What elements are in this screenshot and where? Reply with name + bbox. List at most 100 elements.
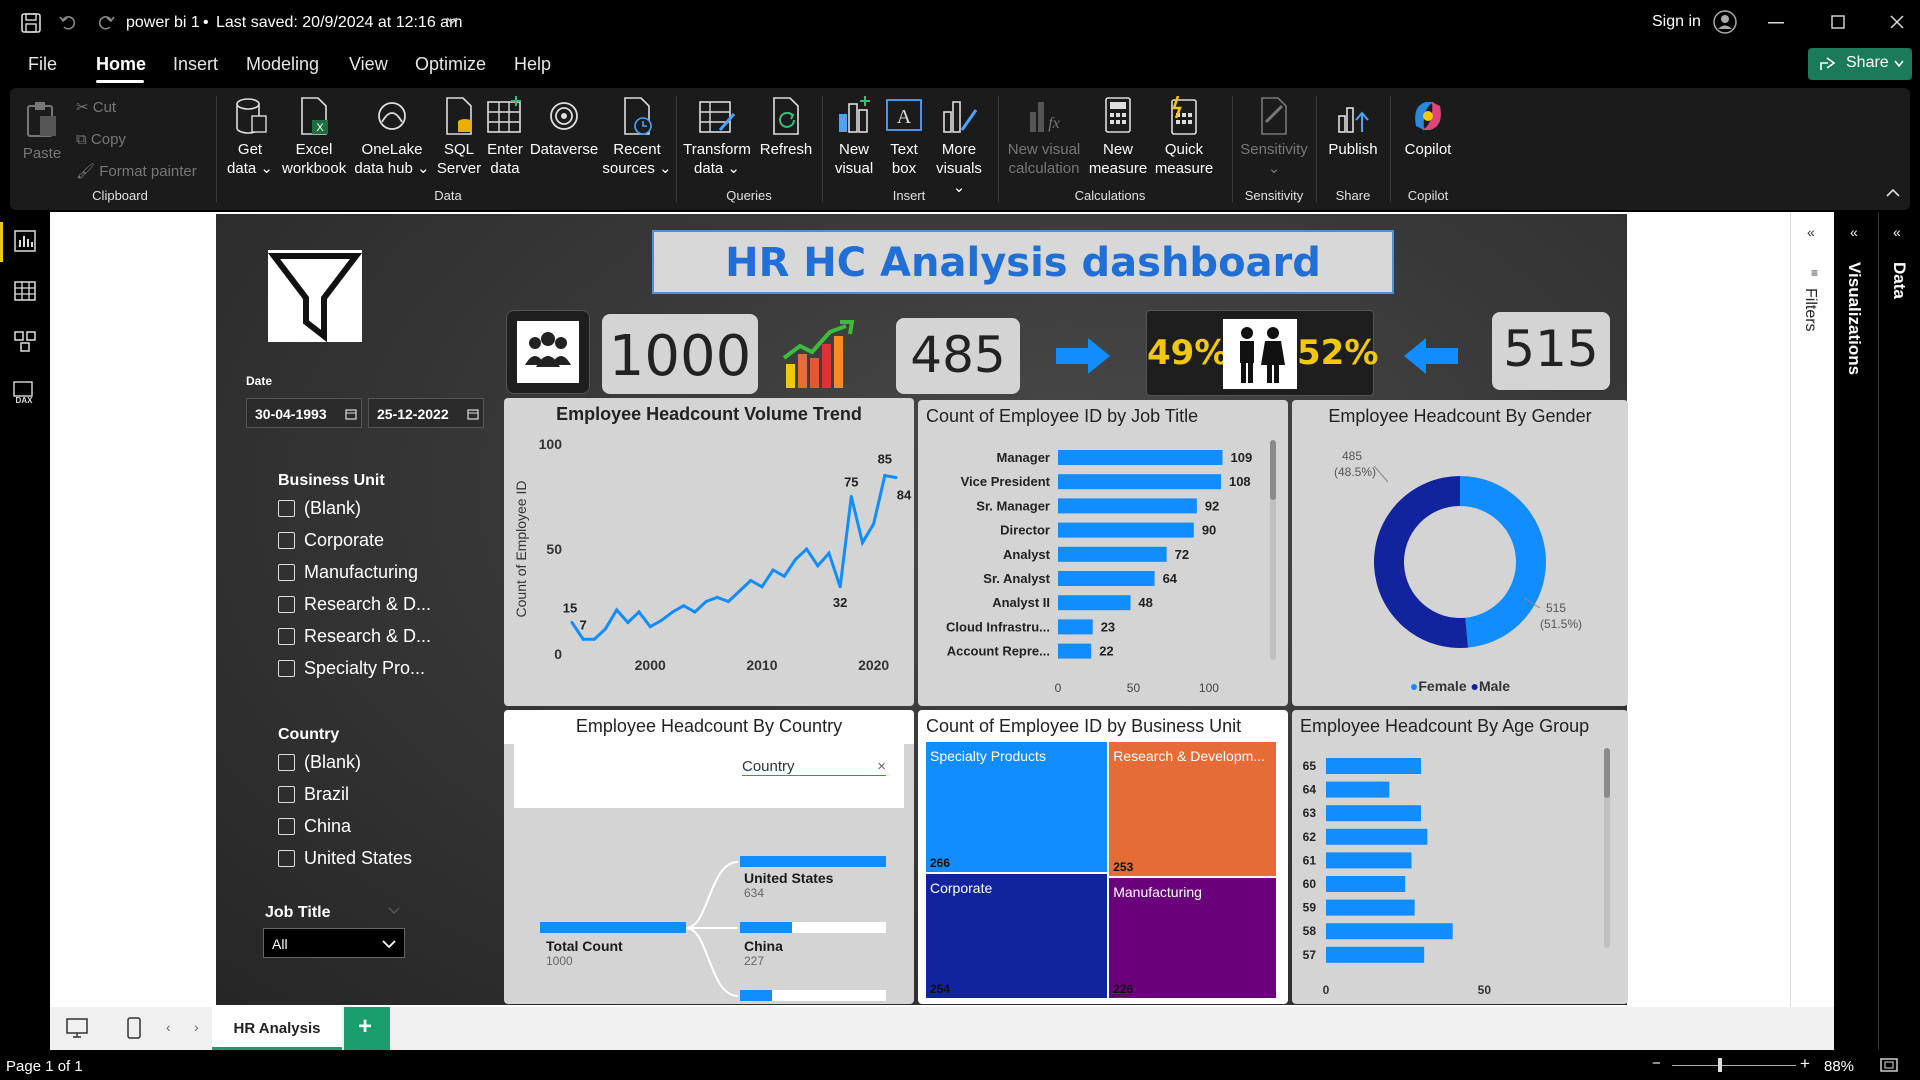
country-checkbox[interactable] bbox=[278, 754, 295, 771]
maximize-icon[interactable] bbox=[1831, 15, 1845, 29]
account-icon[interactable] bbox=[1712, 9, 1738, 35]
zoom-slider-track[interactable] bbox=[1672, 1065, 1796, 1066]
menu-help[interactable]: Help bbox=[514, 54, 551, 75]
job-title-dropdown[interactable]: All bbox=[263, 928, 405, 958]
menu-insert[interactable]: Insert bbox=[173, 54, 218, 75]
chevron-down-icon[interactable] bbox=[388, 906, 400, 916]
bu-checkbox[interactable] bbox=[278, 564, 295, 581]
country-checkbox[interactable] bbox=[278, 786, 295, 803]
zoom-out-icon[interactable]: − bbox=[1652, 1055, 1661, 1072]
desktop-layout-icon[interactable] bbox=[66, 1017, 88, 1039]
job-title-bar bbox=[1058, 643, 1092, 659]
treemap-tile[interactable]: Specialty Products 266 bbox=[926, 742, 1108, 872]
expand-data-icon[interactable]: « bbox=[1893, 224, 1901, 240]
next-page-icon[interactable]: › bbox=[194, 1019, 199, 1035]
bu-checkbox[interactable] bbox=[278, 532, 295, 549]
total-count-bar[interactable] bbox=[540, 922, 686, 933]
save-icon[interactable] bbox=[20, 12, 42, 34]
trend-chart-panel[interactable]: Employee Headcount Volume Trend 0 50 100 20… bbox=[504, 398, 914, 706]
status-bar: Page 1 of 1 − + 88% bbox=[0, 1050, 1920, 1080]
fit-to-page-icon[interactable] bbox=[1880, 1058, 1898, 1072]
business-unit-chart-panel[interactable]: Count of Employee ID by Business Unit Sp… bbox=[918, 710, 1288, 1004]
expand-filters-icon[interactable]: « bbox=[1807, 224, 1815, 240]
text-box-button[interactable]: A Text box bbox=[882, 96, 926, 178]
format-painter-button[interactable]: 🖌 Format painter bbox=[76, 162, 216, 181]
expand-visualizations-icon[interactable]: « bbox=[1850, 224, 1858, 240]
scrollbar[interactable] bbox=[1604, 748, 1610, 948]
recent-sources-button[interactable]: Recent sources ⌄ bbox=[602, 96, 672, 178]
scrollbar[interactable] bbox=[1270, 440, 1276, 660]
bu-checkbox[interactable] bbox=[278, 628, 295, 645]
view-rail: DAX bbox=[0, 212, 50, 1050]
job-title-chart-panel[interactable]: Count of Employee ID by Job Title Manage… bbox=[918, 400, 1288, 706]
quick-measure-button[interactable]: Quick measure bbox=[1152, 96, 1216, 178]
menu-home[interactable]: Home bbox=[96, 54, 146, 75]
menu-file[interactable]: File bbox=[28, 54, 57, 75]
age-chart-panel[interactable]: Employee Headcount By Age Group 65 64 63 62… bbox=[1292, 710, 1628, 1004]
sign-in-link[interactable]: Sign in bbox=[1652, 13, 1701, 31]
cut-button[interactable]: ✂ Cut bbox=[76, 98, 136, 117]
dataverse-button[interactable]: Dataverse bbox=[528, 96, 600, 159]
more-visuals-button[interactable]: More visuals ⌄ bbox=[928, 96, 990, 197]
undo-icon[interactable] bbox=[58, 12, 78, 32]
us-bar-track[interactable] bbox=[740, 856, 886, 867]
gender-chart-panel[interactable]: Employee Headcount By Gender 485 (48.5%) 5… bbox=[1292, 400, 1628, 706]
refresh-button[interactable]: Refresh bbox=[756, 96, 816, 159]
new-visual-calculation-button[interactable]: fx New visual calculation bbox=[1004, 96, 1084, 178]
model-view-icon[interactable] bbox=[14, 330, 36, 352]
menu-view[interactable]: View bbox=[349, 54, 388, 75]
page-tab-hr-analysis[interactable]: HR Analysis bbox=[212, 1007, 342, 1050]
total-headcount-card: 1000 bbox=[602, 314, 758, 394]
filters-pane-collapsed[interactable]: « ≡ Filters bbox=[1790, 212, 1834, 1050]
visualizations-pane-collapsed[interactable]: « Visualizations bbox=[1834, 212, 1878, 1050]
scrollbar-thumb[interactable] bbox=[1604, 748, 1610, 798]
calendar-icon[interactable] bbox=[467, 408, 479, 420]
chevron-down-icon[interactable] bbox=[446, 16, 458, 26]
date-to-input[interactable]: 25-12-2022 bbox=[368, 398, 484, 428]
sensitivity-label: Sensitivity bbox=[1240, 141, 1308, 158]
get-data-button[interactable]: Get data ⌄ bbox=[224, 96, 276, 178]
date-from-input[interactable]: 30-04-1993 bbox=[246, 398, 362, 428]
treemap-tile[interactable]: Corporate 254 bbox=[926, 873, 1108, 998]
calendar-icon[interactable] bbox=[345, 408, 357, 420]
bu-checkbox[interactable] bbox=[278, 660, 295, 677]
zoom-in-icon[interactable]: + bbox=[1800, 1054, 1810, 1074]
dax-query-view-icon[interactable]: DAX bbox=[12, 380, 38, 404]
copilot-button[interactable]: Copilot bbox=[1396, 96, 1460, 159]
transform-data-button[interactable]: Transform data ⌄ bbox=[682, 96, 752, 178]
sql-server-button[interactable]: SQL Server bbox=[436, 96, 482, 178]
close-icon[interactable] bbox=[1890, 15, 1904, 29]
menu-optimize[interactable]: Optimize bbox=[415, 54, 486, 75]
mobile-layout-icon[interactable] bbox=[126, 1017, 142, 1039]
table-view-icon[interactable] bbox=[14, 280, 36, 302]
treemap-tile[interactable]: Manufacturing 226 bbox=[1109, 878, 1276, 998]
share-button[interactable]: Share bbox=[1808, 48, 1912, 80]
new-measure-button[interactable]: New measure bbox=[1086, 96, 1150, 178]
report-view-icon[interactable] bbox=[14, 230, 36, 252]
paste-button[interactable]: Paste bbox=[22, 100, 62, 163]
minimize-icon[interactable] bbox=[1768, 22, 1784, 24]
menu-modeling[interactable]: Modeling bbox=[246, 54, 319, 75]
previous-page-icon[interactable]: ‹ bbox=[166, 1019, 171, 1035]
publish-button[interactable]: Publish bbox=[1322, 96, 1384, 159]
bu-checkbox[interactable] bbox=[278, 596, 295, 613]
excel-workbook-button[interactable]: X Excel workbook bbox=[282, 96, 346, 178]
china-bar-track[interactable] bbox=[740, 922, 886, 933]
add-page-button[interactable]: + bbox=[344, 1007, 390, 1050]
onelake-data-hub-button[interactable]: OneLake data hub ⌄ bbox=[350, 96, 434, 178]
collapse-ribbon-icon[interactable] bbox=[1886, 188, 1900, 198]
third-country-bar-track[interactable] bbox=[740, 990, 886, 1001]
treemap-tile[interactable]: Research & Developm... 253 bbox=[1109, 742, 1276, 877]
bu-checkbox[interactable] bbox=[278, 500, 295, 517]
scrollbar-thumb[interactable] bbox=[1270, 440, 1276, 500]
redo-icon[interactable] bbox=[96, 12, 116, 32]
country-checkbox[interactable] bbox=[278, 818, 295, 835]
new-visual-button[interactable]: New visual bbox=[828, 96, 880, 178]
copy-button[interactable]: ⧉ Copy bbox=[76, 130, 136, 149]
sensitivity-button[interactable]: Sensitivity ⌄ bbox=[1238, 96, 1310, 178]
data-pane-collapsed[interactable]: « Data bbox=[1878, 212, 1920, 1050]
enter-data-button[interactable]: Enter data bbox=[484, 96, 526, 178]
zoom-slider-thumb[interactable] bbox=[1718, 1058, 1722, 1072]
country-checkbox[interactable] bbox=[278, 850, 295, 867]
country-chart-panel[interactable]: Employee Headcount By Country Country × … bbox=[504, 710, 914, 1004]
